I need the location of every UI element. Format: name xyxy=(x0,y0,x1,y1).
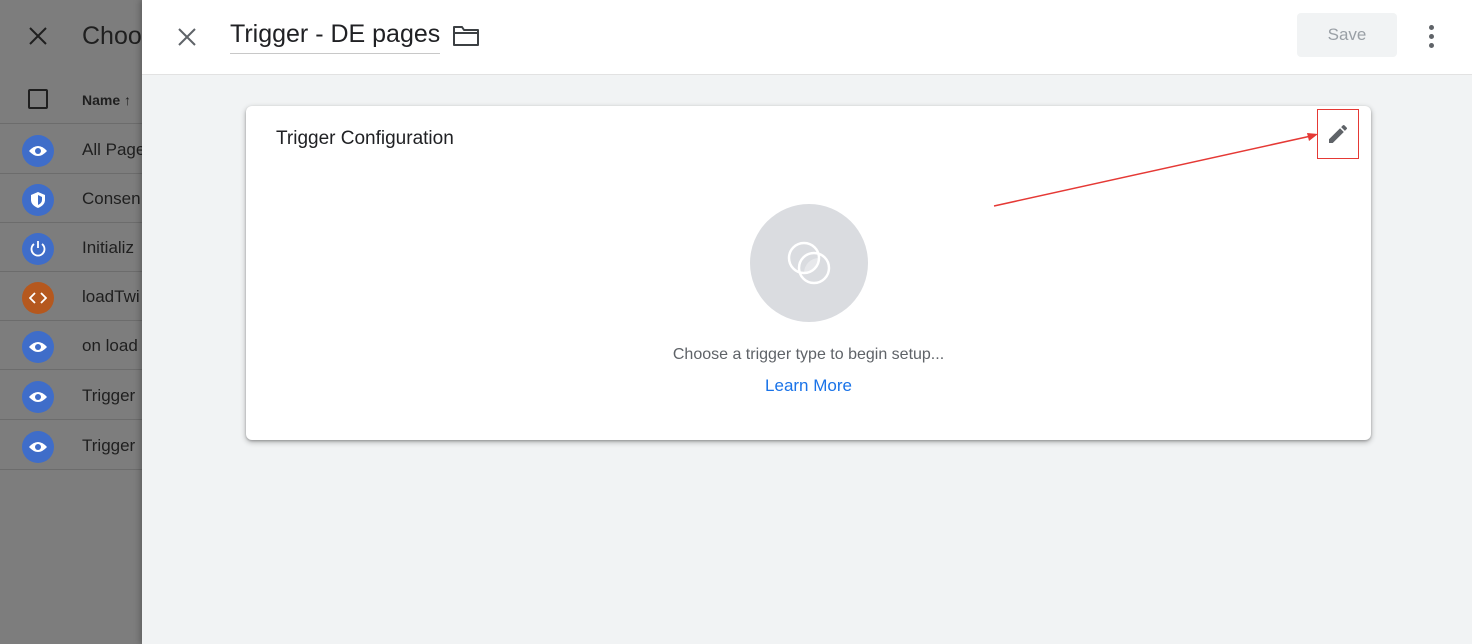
trigger-list-row[interactable]: Trigger xyxy=(0,371,142,420)
folder-icon[interactable] xyxy=(452,24,480,50)
more-options-icon[interactable] xyxy=(1418,20,1444,52)
background-panel-title: Choo xyxy=(82,22,142,50)
close-icon[interactable] xyxy=(172,22,202,52)
shield-icon xyxy=(22,184,54,216)
trigger-list-row[interactable]: loadTwi xyxy=(0,272,142,321)
setup-prompt-text: Choose a trigger type to begin setup... xyxy=(672,346,945,363)
trigger-list-row[interactable]: All Page xyxy=(0,125,142,174)
learn-more-link[interactable]: Learn More xyxy=(765,376,852,395)
trigger-name-title[interactable]: Trigger - DE pages xyxy=(230,20,441,54)
trigger-list-row-label: Initializ xyxy=(82,238,134,257)
background-close-icon[interactable] xyxy=(24,22,52,50)
background-trigger-list-panel: Choo Name ↑ All Page Consen Initializ lo… xyxy=(0,0,142,644)
trigger-list-row-label: Trigger xyxy=(82,386,136,405)
editor-header: Trigger - DE pages Save xyxy=(142,0,1472,75)
trigger-list-row-label: on load xyxy=(82,336,138,355)
save-button[interactable]: Save xyxy=(1297,13,1397,57)
power-icon xyxy=(22,233,54,265)
eye-icon xyxy=(22,381,54,413)
card-title: Trigger Configuration xyxy=(276,128,454,149)
background-table-header: Name ↑ xyxy=(0,76,142,124)
trigger-list-row-label: All Page xyxy=(82,140,142,159)
select-all-checkbox[interactable] xyxy=(28,89,48,109)
trigger-list-row-label: Trigger xyxy=(82,436,136,455)
trigger-editor-panel: Trigger - DE pages Save Trigger Configur… xyxy=(142,0,1472,644)
code-icon xyxy=(22,282,54,314)
trigger-list-row[interactable]: Initializ xyxy=(0,223,142,272)
trigger-configuration-card: Trigger Configuration Choose a trigger t… xyxy=(246,106,1371,440)
eye-icon xyxy=(22,431,54,463)
trigger-list-row[interactable]: Consen xyxy=(0,174,142,223)
trigger-list-row-label: Consen xyxy=(82,189,141,208)
trigger-type-placeholder-icon[interactable] xyxy=(750,204,868,322)
trigger-list-row[interactable]: on load xyxy=(0,321,142,370)
trigger-list-row-label: loadTwi xyxy=(82,287,140,306)
eye-icon xyxy=(22,135,54,167)
edit-pencil-icon[interactable] xyxy=(1317,109,1359,159)
eye-icon xyxy=(22,331,54,363)
name-column-header[interactable]: Name ↑ xyxy=(82,92,131,108)
trigger-list-row[interactable]: Trigger xyxy=(0,421,142,470)
